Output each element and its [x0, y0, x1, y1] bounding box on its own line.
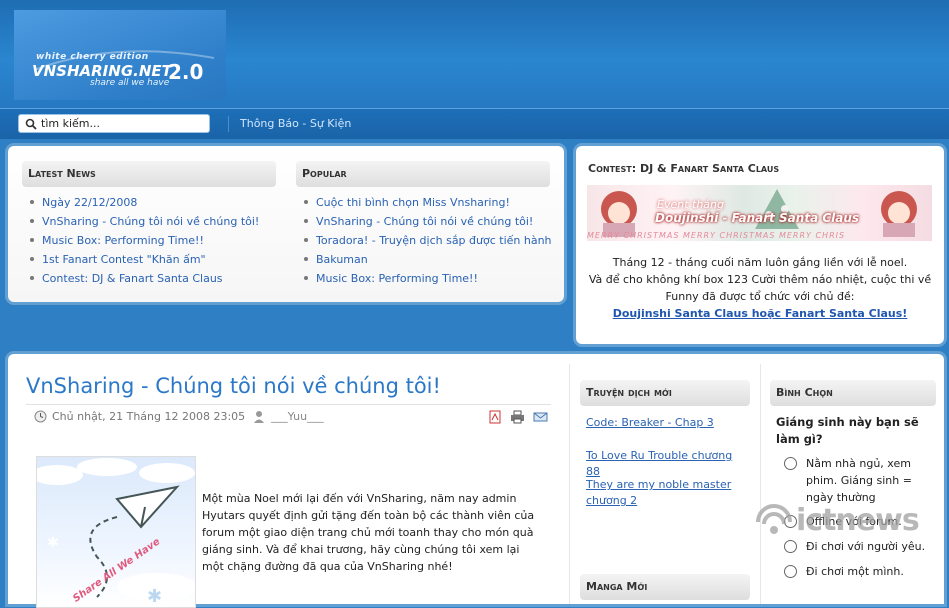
christmas-tree-image	[755, 189, 799, 229]
article-title[interactable]: VnSharing - Chúng tôi nói về chúng tôi!	[26, 374, 441, 398]
poll-header: Bình Chọn	[770, 380, 936, 406]
paper-plane-image: ✱ ✱	[37, 458, 195, 607]
list-item[interactable]: Bakuman	[298, 250, 552, 269]
latest-news-header: Latest News	[22, 161, 276, 187]
popular-link[interactable]: Toradora! - Truyện dịch sắp được tiến hà…	[316, 234, 552, 247]
poll-option[interactable]: Nằm nhà ngủ, xem phim. Giáng sinh = ngày…	[784, 455, 934, 506]
translated-link[interactable]: Code: Breaker - Chap 3	[586, 415, 746, 431]
popular-list: Cuộc thi bình chọn Miss Vnsharing! VnSha…	[298, 193, 552, 288]
popular-link[interactable]: Bakuman	[316, 253, 368, 266]
popular-link[interactable]: Music Box: Performing Time!!	[316, 272, 478, 285]
svg-text:✱: ✱	[47, 535, 59, 551]
poll-option-label: Đi chơi với người yêu.	[806, 540, 926, 553]
list-item[interactable]: Cuộc thi bình chọn Miss Vnsharing!	[298, 193, 552, 212]
news-link[interactable]: Ngày 22/12/2008	[42, 196, 137, 209]
popular-link[interactable]: Cuộc thi bình chọn Miss Vnsharing!	[316, 196, 510, 209]
list-item[interactable]: Music Box: Performing Time!!	[24, 231, 259, 250]
ictnews-watermark: ictnews	[752, 500, 920, 540]
banner-line2: Doujinshi - Fanart Santa Claus	[655, 211, 860, 225]
poll-radio[interactable]	[784, 540, 797, 553]
popular-header: Popular	[296, 161, 550, 187]
poll-option[interactable]: Đi chơi một mình.	[784, 563, 934, 580]
search-input[interactable]	[41, 116, 201, 131]
nav-divider	[228, 116, 229, 132]
poll-option-label: Đi chơi một mình.	[806, 565, 904, 578]
poll-question: Giáng sinh này bạn sẽ làm gì?	[776, 415, 919, 446]
list-item[interactable]: Toradora! - Truyện dịch sắp được tiến hà…	[298, 231, 552, 250]
logo-edition: white cherry edition	[36, 52, 149, 62]
print-icon[interactable]	[510, 410, 525, 424]
user-icon	[254, 411, 265, 423]
title-divider	[26, 404, 551, 405]
site-logo[interactable]: white cherry edition VNSHARING.NET 2.0 s…	[14, 10, 226, 100]
clock-icon	[34, 410, 47, 423]
svg-text:✱: ✱	[147, 586, 162, 607]
contest-title: Contest: DJ & Fanart Santa Claus	[588, 162, 780, 175]
site-header: white cherry edition VNSHARING.NET 2.0 s…	[0, 0, 949, 108]
article-date: Chủ nhật, 21 Tháng 12 2008 23:05	[52, 410, 246, 423]
banner-strip: MERRY CHRISTMAS MERRY CHRISTMAS MERRY CH…	[587, 231, 846, 240]
poll-option[interactable]: Đi chơi với người yêu.	[784, 538, 934, 555]
contest-cta-link[interactable]: Doujinshi Santa Claus hoặc Fanart Santa …	[613, 307, 908, 320]
search-box	[18, 114, 210, 133]
list-item[interactable]: Music Box: Performing Time!!	[298, 269, 552, 288]
translated-header: Truyện dịch mới	[580, 380, 750, 406]
list-item[interactable]: VnSharing - Chúng tôi nói về chúng tôi!	[24, 212, 259, 231]
list-item[interactable]: Contest: DJ & Fanart Santa Claus	[24, 269, 259, 288]
contest-panel: Contest: DJ & Fanart Santa Claus Event t…	[576, 146, 944, 344]
contest-description: Tháng 12 - tháng cuối năm luôn gắng liền…	[584, 254, 936, 322]
translated-link[interactable]: To Love Ru Trouble chương 88	[586, 448, 746, 480]
top-navbar: Thông Báo - Sự Kiện	[0, 108, 949, 139]
logo-version: 2.0	[168, 60, 204, 84]
anime-girl-right-image	[881, 191, 917, 237]
list-item[interactable]: VnSharing - Chúng tôi nói về chúng tôi!	[298, 212, 552, 231]
email-icon[interactable]	[533, 410, 548, 424]
column-divider	[760, 364, 761, 604]
article-body: Một mùa Noel mới lại đến với VnSharing, …	[202, 492, 535, 573]
latest-news-list: Ngày 22/12/2008 VnSharing - Chúng tôi nó…	[24, 193, 259, 288]
poll-radio[interactable]	[784, 457, 797, 470]
banner-line1: Event tháng	[657, 198, 724, 211]
search-icon	[25, 118, 37, 130]
list-item[interactable]: Ngày 22/12/2008	[24, 193, 259, 212]
list-item[interactable]: 1st Fanart Contest "Khăn ấm"	[24, 250, 259, 269]
translated-link[interactable]: They are my noble master chương 2	[586, 477, 736, 509]
ictnews-logo-icon	[756, 504, 792, 534]
nav-link-announcements[interactable]: Thông Báo - Sự Kiện	[240, 117, 351, 130]
contest-banner[interactable]: Event tháng Doujinshi - Fanart Santa Cla…	[587, 185, 932, 241]
anime-girl-left-image	[601, 191, 637, 237]
poll-radio[interactable]	[784, 565, 797, 578]
news-link[interactable]: Music Box: Performing Time!!	[42, 234, 204, 247]
column-divider	[569, 364, 570, 604]
main-content-panel: VnSharing - Chúng tôi nói về chúng tôi! …	[8, 354, 944, 608]
manga-header: Manga Mới	[580, 574, 750, 600]
popular-link[interactable]: VnSharing - Chúng tôi nói về chúng tôi!	[316, 215, 533, 228]
news-link[interactable]: 1st Fanart Contest "Khăn ấm"	[42, 253, 206, 266]
news-link[interactable]: Contest: DJ & Fanart Santa Claus	[42, 272, 223, 285]
article-author[interactable]: ___Yuu___	[271, 410, 323, 423]
logo-tagline: share all we have	[90, 78, 170, 88]
news-link[interactable]: VnSharing - Chúng tôi nói về chúng tôi!	[42, 215, 259, 228]
article-meta: Chủ nhật, 21 Tháng 12 2008 23:05 ___Yuu_…	[34, 410, 324, 423]
watermark-text: ictnews	[796, 502, 920, 538]
poll-option-label: Nằm nhà ngủ, xem phim. Giáng sinh = ngày…	[806, 457, 912, 504]
contest-line2: Và để cho không khí box 123 Cười thêm ná…	[588, 273, 932, 303]
contest-line1: Tháng 12 - tháng cuối năm luôn gắng liền…	[612, 256, 908, 269]
pdf-icon[interactable]	[488, 410, 502, 424]
news-panel: Latest News Ngày 22/12/2008 VnSharing - …	[8, 146, 564, 302]
article-thumbnail[interactable]: ✱ ✱ Share All We Have	[36, 456, 196, 608]
article-tools	[488, 410, 548, 424]
